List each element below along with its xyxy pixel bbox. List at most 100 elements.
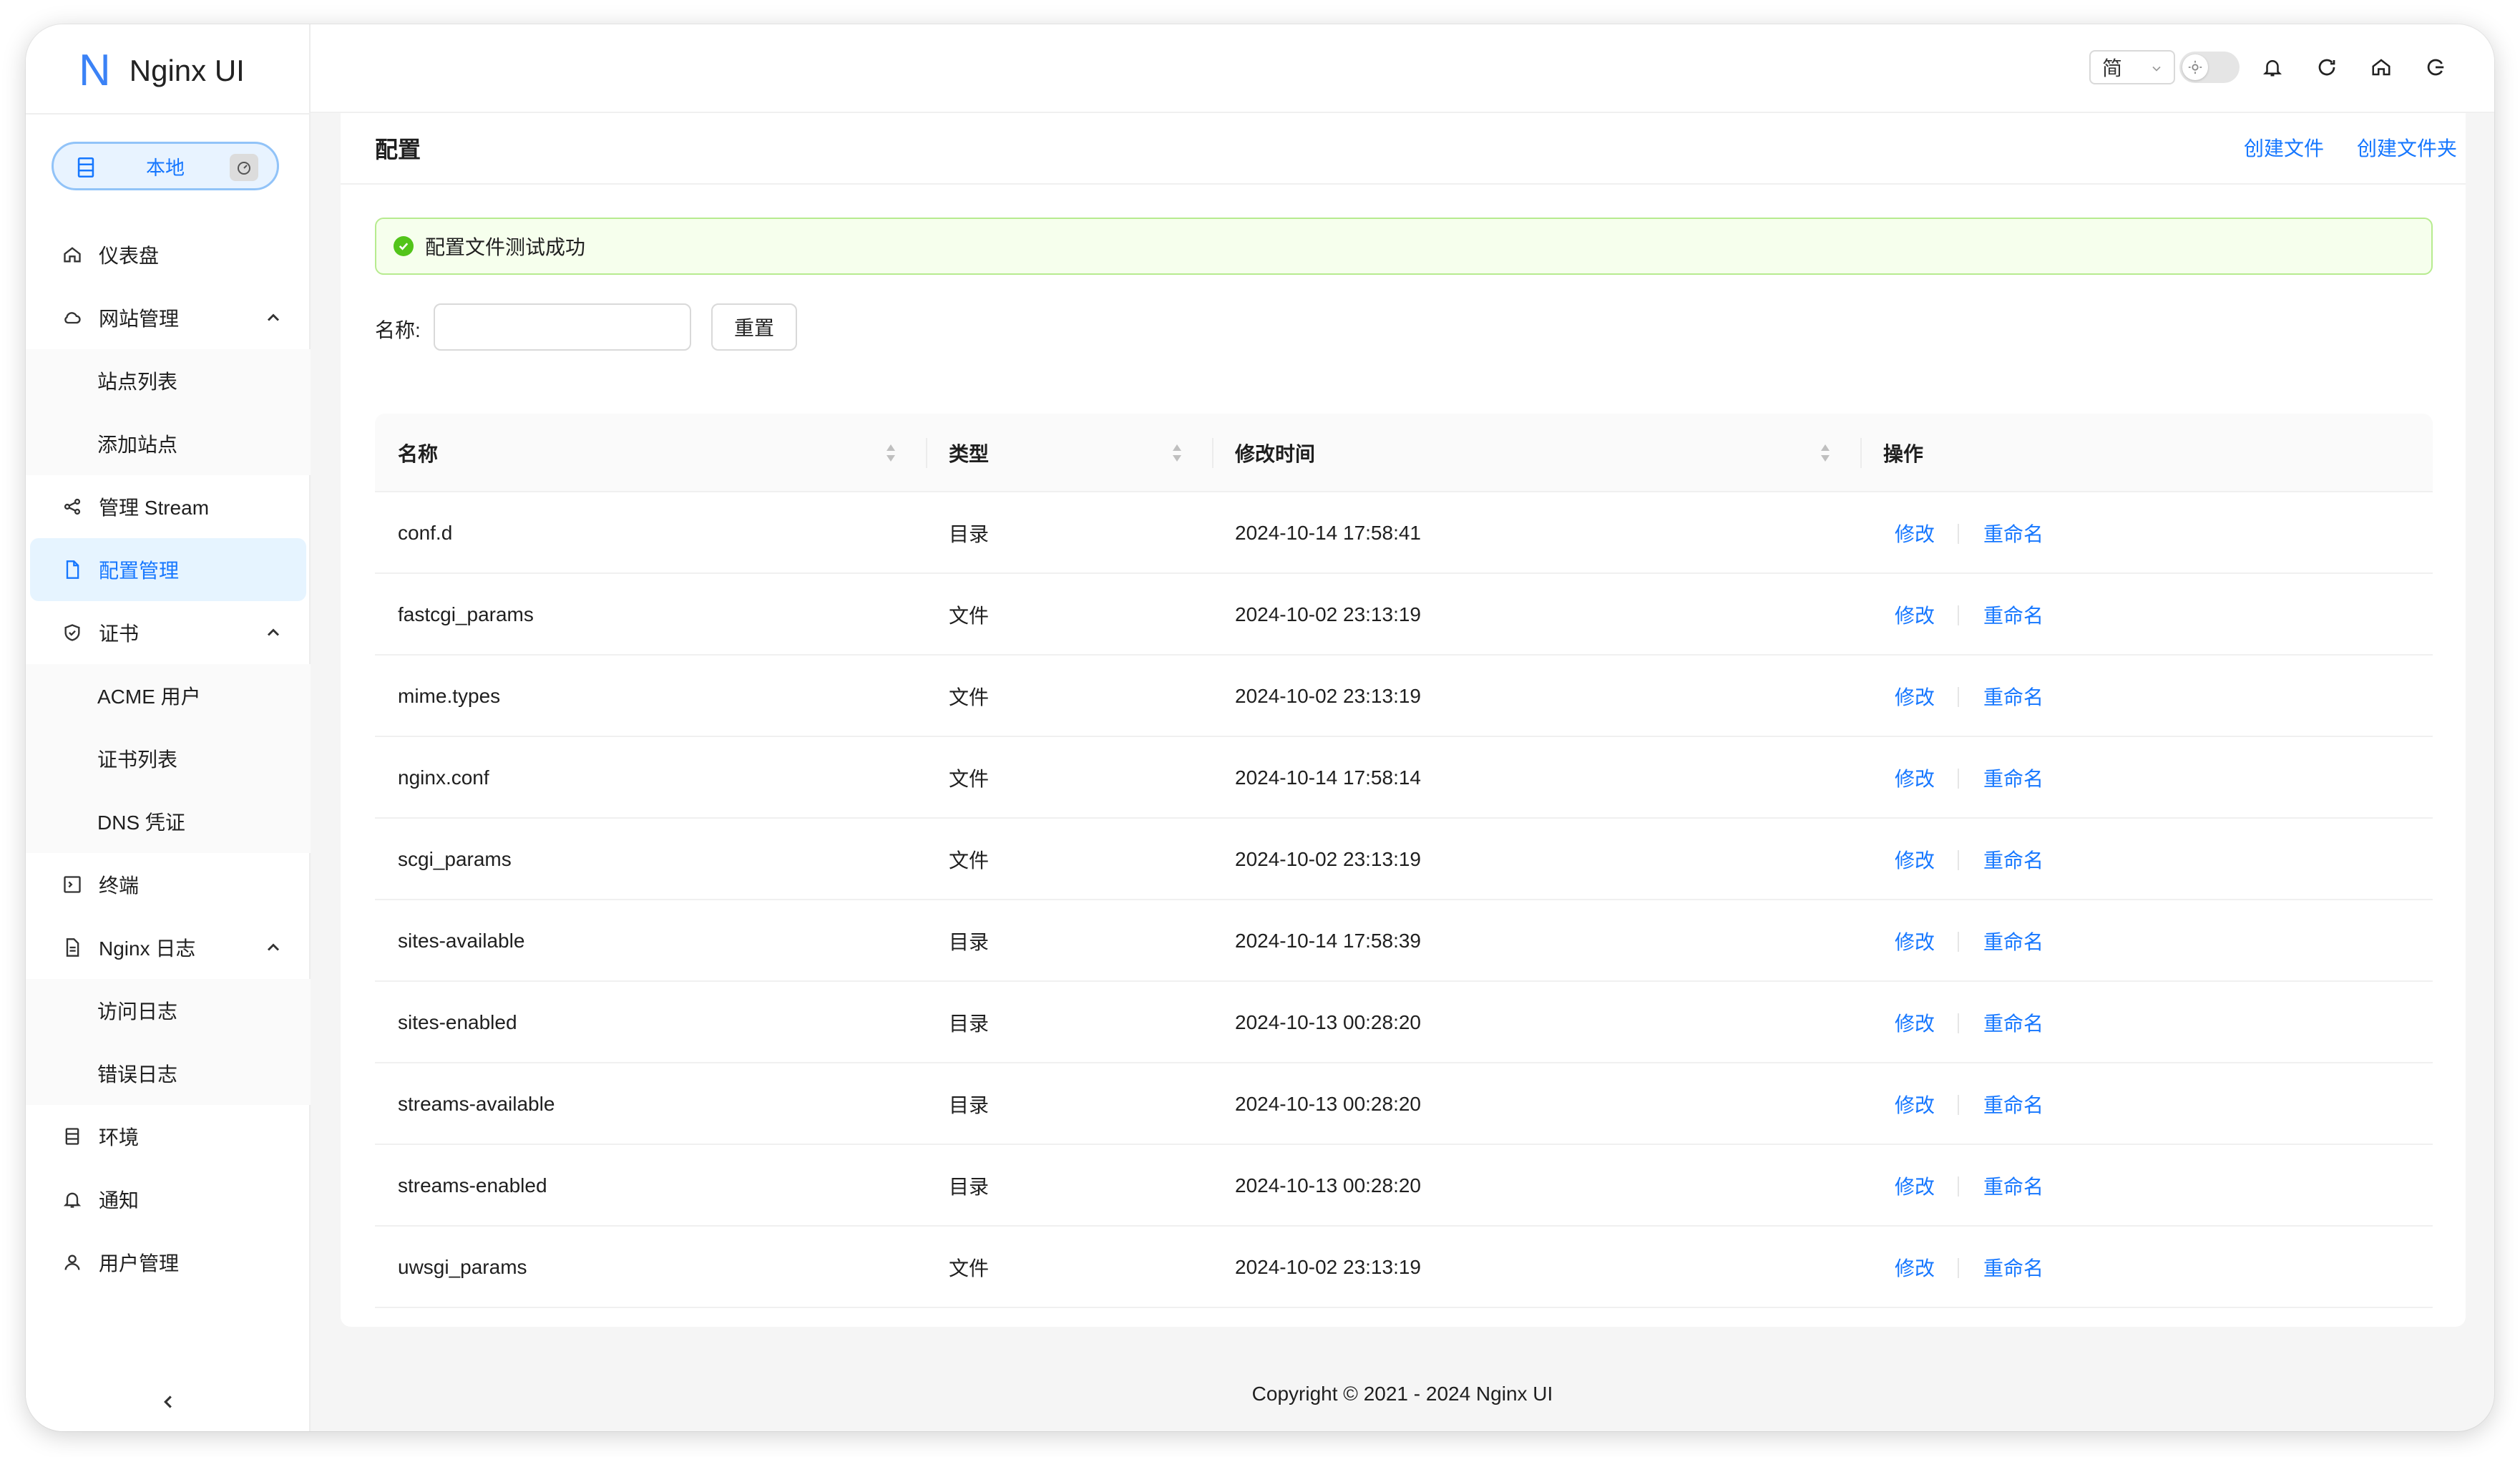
edit-link[interactable]: 修改 xyxy=(1895,982,1935,1063)
chevron-up-icon[interactable] xyxy=(263,623,283,643)
sidebar-item-label: 管理 Stream xyxy=(99,497,210,519)
sort-icon[interactable] xyxy=(1171,442,1183,464)
chevron-up-icon[interactable] xyxy=(263,308,283,328)
logo[interactable]: N Nginx UI xyxy=(79,46,245,96)
app-name: Nginx UI xyxy=(129,54,245,87)
table-header: 名称 类型 修改时间 操作 xyxy=(375,414,2433,492)
rename-link[interactable]: 重命名 xyxy=(1983,492,2043,574)
cell-name: conf.d xyxy=(398,522,453,544)
sidebar-item-access-log[interactable]: 访问日志 xyxy=(26,979,311,1042)
edit-link[interactable]: 修改 xyxy=(1895,900,1935,982)
sun-icon xyxy=(2182,54,2208,80)
rename-link[interactable]: 重命名 xyxy=(1983,1145,2043,1227)
edit-link[interactable]: 修改 xyxy=(1895,574,1935,656)
rename-link[interactable]: 重命名 xyxy=(1983,737,2043,819)
sidebar-item-stream[interactable]: 管理 Stream xyxy=(26,475,311,538)
edit-link[interactable]: 修改 xyxy=(1895,1145,1935,1227)
reset-button[interactable]: 重置 xyxy=(711,303,797,351)
cloud-icon xyxy=(62,307,83,328)
action-divider xyxy=(1958,1176,1959,1197)
action-divider xyxy=(1958,687,1959,707)
table-row: sites-available 目录 2024-10-14 17:58:39 修改 重命… xyxy=(375,900,2433,982)
column-header-mtime[interactable]: 修改时间 xyxy=(1235,414,1315,492)
log-submenu: 访问日志 错误日志 xyxy=(26,979,311,1105)
edit-link[interactable]: 修改 xyxy=(1895,1063,1935,1145)
shield-check-icon xyxy=(62,622,83,643)
sidebar-item-terminal[interactable]: 终端 xyxy=(26,853,311,916)
table-row: conf.d 目录 2024-10-14 17:58:41 修改 重命名 xyxy=(375,492,2433,574)
cell-type: 目录 xyxy=(949,1094,990,1116)
chevron-up-icon[interactable] xyxy=(263,937,283,957)
column-divider xyxy=(926,438,927,468)
sidebar-item-cert-list[interactable]: 证书列表 xyxy=(26,727,311,790)
sidebar-item-config[interactable]: 配置管理 xyxy=(30,538,306,601)
sidebar-item-users[interactable]: 用户管理 xyxy=(26,1231,311,1294)
dashboard-gauge-icon[interactable] xyxy=(230,154,258,181)
rename-link[interactable]: 重命名 xyxy=(1983,1227,2043,1308)
bell-icon[interactable] xyxy=(2260,54,2285,80)
environment-selector[interactable]: 本地 xyxy=(52,142,279,190)
cell-name: nginx.conf xyxy=(398,766,489,789)
sidebar-item-acme[interactable]: ACME 用户 xyxy=(26,664,311,727)
cell-type: 目录 xyxy=(949,523,990,545)
language-select[interactable]: 简 xyxy=(2089,50,2175,84)
action-divider xyxy=(1958,769,1959,789)
rename-link[interactable]: 重命名 xyxy=(1983,1063,2043,1145)
theme-toggle[interactable] xyxy=(2179,52,2240,83)
reload-icon[interactable] xyxy=(2314,54,2340,80)
sidebar-item-notify[interactable]: 通知 xyxy=(26,1168,311,1231)
rename-link[interactable]: 重命名 xyxy=(1983,900,2043,982)
sidebar-item-add-site[interactable]: 添加站点 xyxy=(26,412,311,475)
sidebar-item-cert[interactable]: 证书 xyxy=(26,601,311,664)
edit-link[interactable]: 修改 xyxy=(1895,492,1935,574)
cert-submenu: ACME 用户 证书列表 DNS 凭证 xyxy=(26,664,311,853)
rename-link[interactable]: 重命名 xyxy=(1983,656,2043,737)
chevron-left-icon[interactable] xyxy=(157,1391,179,1413)
create-file-link[interactable]: 创建文件 xyxy=(2244,133,2324,162)
top-header: 简 xyxy=(311,24,2494,113)
table-row: streams-enabled 目录 2024-10-13 00:28:20 修改 重命… xyxy=(375,1145,2433,1227)
sidebar-item-nginx-log[interactable]: Nginx 日志 xyxy=(26,916,311,979)
sidebar-item-error-log[interactable]: 错误日志 xyxy=(26,1042,311,1105)
logout-icon[interactable] xyxy=(2423,54,2448,80)
sidebar-item-dns[interactable]: DNS 凭证 xyxy=(26,790,311,853)
rename-link[interactable]: 重命名 xyxy=(1983,819,2043,900)
sort-icon[interactable] xyxy=(884,442,897,464)
column-header-type[interactable]: 类型 xyxy=(949,414,989,492)
sidebar: N Nginx UI 本地 仪表盘 网站管理 站点列表 添加站点 管理 Stre… xyxy=(26,24,311,1431)
bell-icon xyxy=(62,1189,83,1210)
filter-name-label: 名称: xyxy=(375,319,421,341)
column-header-name[interactable]: 名称 xyxy=(398,414,438,492)
sidebar-item-dashboard[interactable]: 仪表盘 xyxy=(26,223,311,286)
rename-link[interactable]: 重命名 xyxy=(1983,574,2043,656)
cell-name: sites-enabled xyxy=(398,1011,517,1033)
edit-link[interactable]: 修改 xyxy=(1895,1227,1935,1308)
sidebar-item-label: 用户管理 xyxy=(99,1252,180,1275)
cell-type: 文件 xyxy=(949,686,990,708)
table-row: nginx.conf 文件 2024-10-14 17:58:14 修改 重命名 xyxy=(375,737,2433,819)
rename-link[interactable]: 重命名 xyxy=(1983,982,2043,1063)
sidebar-item-label: 环境 xyxy=(99,1126,140,1149)
sidebar-item-label: 证书 xyxy=(99,623,140,645)
cell-name: uwsgi_params xyxy=(398,1256,527,1278)
app-window: N Nginx UI 本地 仪表盘 网站管理 站点列表 添加站点 管理 Stre… xyxy=(26,24,2494,1431)
sidebar-item-sites[interactable]: 网站管理 xyxy=(26,286,311,349)
edit-link[interactable]: 修改 xyxy=(1895,819,1935,900)
home-icon[interactable] xyxy=(2368,54,2394,80)
cell-mtime: 2024-10-14 17:58:41 xyxy=(1235,522,1421,544)
user-icon xyxy=(62,1252,83,1273)
filter-name-input[interactable] xyxy=(434,303,691,351)
card-header: 配置 创建文件 创建文件夹 xyxy=(341,113,2466,185)
table-row: uwsgi_params 文件 2024-10-02 23:13:19 修改 重命名 xyxy=(375,1227,2433,1308)
table-row: sites-enabled 目录 2024-10-13 00:28:20 修改 重命名 xyxy=(375,982,2433,1063)
sidebar-item-site-list[interactable]: 站点列表 xyxy=(26,349,311,412)
edit-link[interactable]: 修改 xyxy=(1895,656,1935,737)
sort-icon[interactable] xyxy=(1819,442,1832,464)
table-row: mime.types 文件 2024-10-02 23:13:19 修改 重命名 xyxy=(375,656,2433,737)
create-folder-link[interactable]: 创建文件夹 xyxy=(2357,133,2457,162)
sidebar-item-env[interactable]: 环境 xyxy=(26,1105,311,1168)
edit-link[interactable]: 修改 xyxy=(1895,737,1935,819)
table-row: streams-available 目录 2024-10-13 00:28:20 修改… xyxy=(375,1063,2433,1145)
cell-mtime: 2024-10-02 23:13:19 xyxy=(1235,603,1421,625)
cell-mtime: 2024-10-14 17:58:14 xyxy=(1235,766,1421,789)
